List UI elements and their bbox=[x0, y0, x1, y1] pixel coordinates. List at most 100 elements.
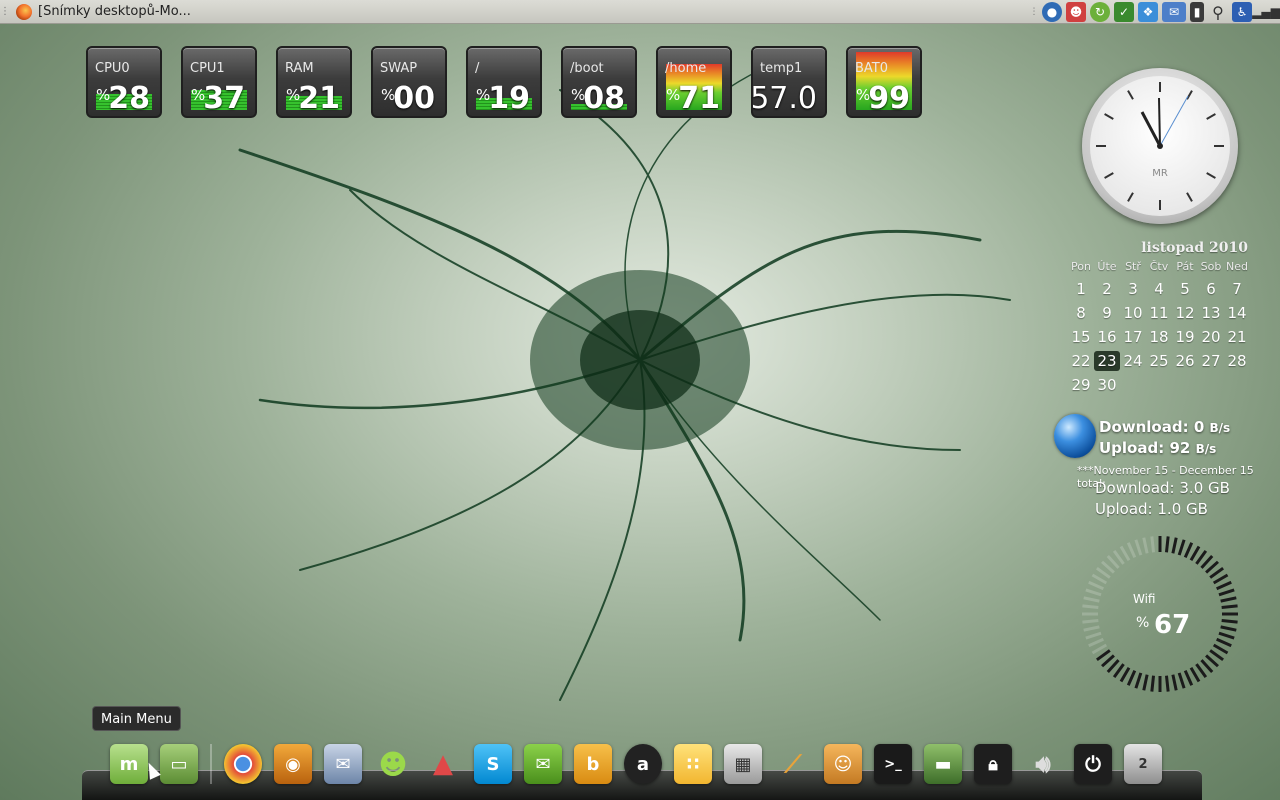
wifi-gauge-tick bbox=[1171, 674, 1178, 691]
calendar-day[interactable]: 21 bbox=[1224, 327, 1250, 347]
clock-face: MR bbox=[1090, 76, 1230, 216]
wifi-gauge-tick bbox=[1221, 604, 1238, 610]
calculator-icon[interactable]: ▦ bbox=[724, 744, 762, 784]
calendar-day[interactable]: 28 bbox=[1224, 351, 1250, 371]
wifi-label: Wifi bbox=[1133, 592, 1156, 606]
wifi-gauge-tick bbox=[1209, 649, 1224, 662]
amarok-icon[interactable]: a bbox=[624, 744, 662, 784]
calendar-day[interactable]: 12 bbox=[1172, 303, 1198, 323]
calendar-day[interactable]: 1 bbox=[1068, 279, 1094, 299]
calendar-day[interactable]: 10 bbox=[1120, 303, 1146, 323]
folder-icon[interactable]: ▭ bbox=[160, 744, 198, 784]
calendar-day[interactable]: 6 bbox=[1198, 279, 1224, 299]
wifi-gauge-tick bbox=[1142, 674, 1149, 691]
calendar-day[interactable]: 15 bbox=[1068, 327, 1094, 347]
cheese-icon[interactable]: ∷ bbox=[674, 744, 712, 784]
wifi-gauge-tick bbox=[1088, 580, 1104, 591]
messenger-icon[interactable]: ☻ bbox=[374, 744, 412, 784]
wifi-gauge-tick bbox=[1126, 670, 1137, 686]
calendar-day[interactable]: 9 bbox=[1094, 303, 1120, 323]
wifi-gauge-tick bbox=[1171, 537, 1178, 554]
cpu0-monitor: CPU0 % 28 bbox=[86, 46, 162, 118]
calendar-weekday: Pát bbox=[1176, 260, 1194, 273]
download-rate-unit: B/s bbox=[1209, 421, 1231, 435]
wifi-gauge-tick bbox=[1082, 604, 1099, 610]
wifi-gauge-tick bbox=[1142, 537, 1149, 554]
calendar-day[interactable]: 11 bbox=[1146, 303, 1172, 323]
wifi-gauge-tick bbox=[1085, 588, 1102, 597]
calendar-day[interactable]: 19 bbox=[1172, 327, 1198, 347]
rocket-icon[interactable]: ▲ bbox=[424, 744, 462, 784]
download-rate: Download: 0 B/s bbox=[1099, 418, 1230, 436]
wifi-gauge-tick bbox=[1218, 631, 1235, 640]
calendar-day[interactable]: 26 bbox=[1172, 351, 1198, 371]
calendar-day[interactable]: 16 bbox=[1094, 327, 1120, 347]
volume-icon[interactable]: 🔊︎ bbox=[1024, 744, 1062, 784]
skype-icon[interactable]: S bbox=[474, 744, 512, 784]
calendar-day[interactable]: 27 bbox=[1198, 351, 1224, 371]
terminal-icon[interactable]: >_ bbox=[874, 744, 912, 784]
wifi-value: 67 bbox=[1154, 610, 1191, 640]
calendar-widget: listopad 2010 Pon Úte Stř Čtv Pát Sob Ned 1234… bbox=[1068, 240, 1252, 395]
wifi-gauge-tick bbox=[1212, 573, 1229, 585]
email-client-icon[interactable]: ✉ bbox=[324, 744, 362, 784]
calendar-day[interactable]: 18 bbox=[1146, 327, 1172, 347]
root-monitor: / % 19 bbox=[466, 46, 542, 118]
wifi-gauge-tick bbox=[1200, 659, 1214, 673]
calendar-day[interactable]: 8 bbox=[1068, 303, 1094, 323]
wifi-gauge-tick bbox=[1119, 545, 1131, 562]
calendar-weekday: Sob bbox=[1200, 260, 1222, 273]
wifi-gauge-tick bbox=[1221, 618, 1238, 624]
calendar-day[interactable]: 24 bbox=[1120, 351, 1146, 371]
upload-rate: Upload: 92 B/s bbox=[1099, 439, 1216, 457]
wifi-gauge-tick bbox=[1195, 550, 1208, 565]
home-label: /home bbox=[665, 61, 707, 76]
wifi-gauge-tick bbox=[1218, 588, 1235, 597]
calendar-day[interactable]: 3 bbox=[1120, 279, 1146, 299]
clock-brand: MR bbox=[1152, 168, 1168, 179]
cpu0-value: 28 bbox=[108, 81, 150, 116]
wifi-gauge-tick bbox=[1209, 566, 1224, 579]
calendar-day[interactable]: 14 bbox=[1224, 303, 1250, 323]
calendar-day[interactable]: 25 bbox=[1146, 351, 1172, 371]
calendar-day-today[interactable]: 23 bbox=[1094, 351, 1120, 371]
bat0-monitor: BAT0 % 99 bbox=[846, 46, 922, 118]
magic-wand-icon[interactable]: ⟋ bbox=[774, 744, 812, 784]
trash-icon[interactable]: 2 bbox=[1124, 744, 1162, 784]
cpu1-monitor: CPU1 % 37 bbox=[181, 46, 257, 118]
calendar-day[interactable]: 17 bbox=[1120, 327, 1146, 347]
calendar-title: listopad 2010 bbox=[1141, 240, 1248, 256]
wifi-gauge-tick bbox=[1119, 666, 1131, 683]
chrome-icon[interactable] bbox=[224, 744, 262, 784]
calendar-day[interactable]: 13 bbox=[1198, 303, 1224, 323]
calendar-day[interactable]: 7 bbox=[1224, 279, 1250, 299]
temp1-value: 57.0 bbox=[751, 81, 817, 116]
bibble-icon[interactable]: b bbox=[574, 744, 612, 784]
calendar-day[interactable]: 22 bbox=[1068, 351, 1094, 371]
calendar-day[interactable]: 29 bbox=[1068, 375, 1094, 395]
calendar-day[interactable]: 30 bbox=[1094, 375, 1120, 395]
wifi-gauge-tick bbox=[1177, 539, 1186, 556]
cat-icon[interactable]: ☺ bbox=[824, 744, 862, 784]
calendar-weekday: Pon bbox=[1071, 260, 1091, 273]
wifi-gauge-tick bbox=[1112, 663, 1125, 678]
wifi-gauge-tick bbox=[1091, 573, 1108, 585]
calendar-day[interactable]: 2 bbox=[1094, 279, 1120, 299]
boot-label: /boot bbox=[570, 61, 604, 76]
calendar-day[interactable]: 5 bbox=[1172, 279, 1198, 299]
desktop-icon[interactable]: ▬ bbox=[924, 744, 962, 784]
sms-icon[interactable]: ✉ bbox=[524, 744, 562, 784]
temp1-monitor: temp1 57.0 bbox=[751, 46, 827, 118]
calendar-day[interactable]: 4 bbox=[1146, 279, 1172, 299]
power-icon[interactable]: ⏻ bbox=[1074, 744, 1112, 784]
wifi-gauge-tick bbox=[1205, 654, 1219, 668]
calendar-day[interactable]: 20 bbox=[1198, 327, 1224, 347]
lock-icon[interactable]: 🔒︎ bbox=[974, 744, 1012, 784]
wifi-gauge-tick bbox=[1200, 555, 1214, 569]
dock-separator bbox=[210, 744, 212, 784]
wifi-gauge-tick bbox=[1088, 637, 1104, 648]
mint-menu-icon[interactable]: m bbox=[110, 744, 148, 784]
boot-monitor: /boot % 08 bbox=[561, 46, 637, 118]
media-player-icon[interactable]: ◉ bbox=[274, 744, 312, 784]
wifi-gauge-tick bbox=[1083, 625, 1100, 632]
